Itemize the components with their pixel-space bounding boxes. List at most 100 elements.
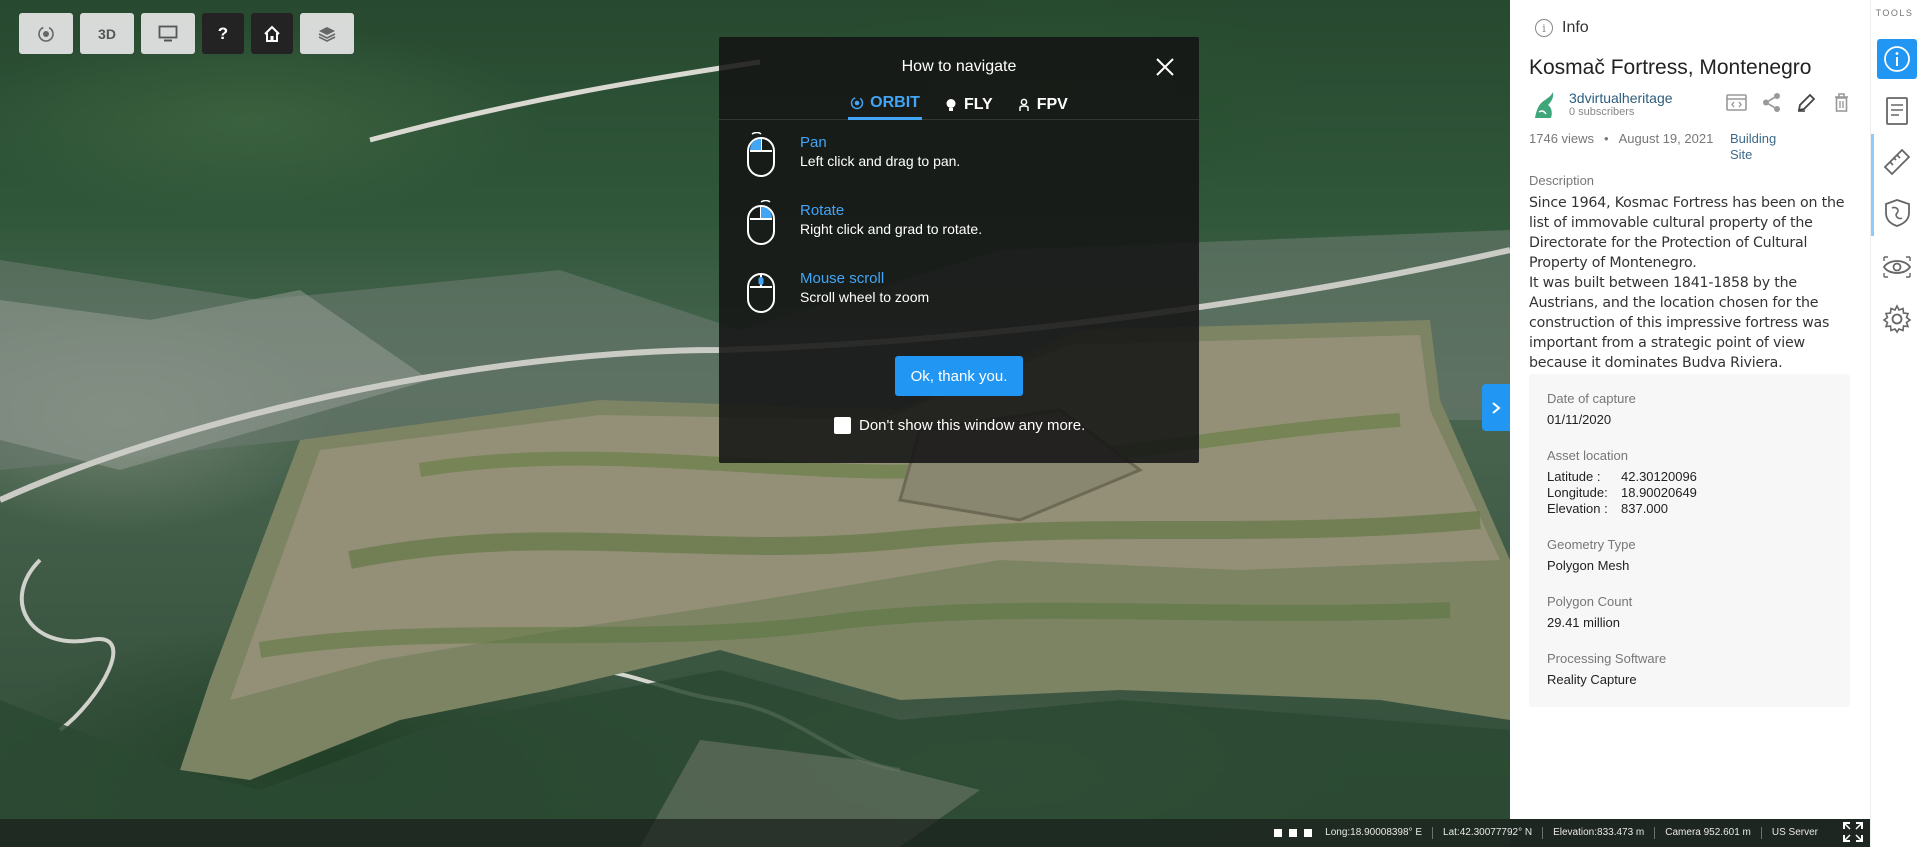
- description-paragraph: Since 1964, Kosmac Fortress has been on …: [1529, 195, 1845, 271]
- asset-location-prop: Asset location Latitude : 42.30120096 Lon…: [1547, 448, 1697, 517]
- tab-fly[interactable]: FLY: [942, 89, 995, 120]
- pan-instruction: Pan Left click and drag to pan.: [746, 132, 960, 178]
- avatar[interactable]: [1529, 90, 1559, 120]
- close-icon[interactable]: [1155, 57, 1175, 77]
- fullscreen-icon[interactable]: [1842, 821, 1864, 843]
- dialog-title: How to navigate: [901, 58, 1017, 75]
- info-panel: i Info Kosmač Fortress, Montenegro 3dvir…: [1510, 0, 1870, 819]
- layers-icon: [318, 26, 336, 42]
- tools-rail: TOOLS: [1870, 0, 1918, 847]
- view-square-1-icon[interactable]: [1274, 829, 1283, 837]
- navigation-help-dialog: How to navigate ORBIT FLY FPV Pan Left c…: [719, 37, 1199, 463]
- longitude-readout: Long:18.90008398° E: [1325, 827, 1423, 838]
- tool-settings-button[interactable]: [1877, 299, 1917, 339]
- tool-measure-button[interactable]: [1877, 142, 1917, 182]
- view-square-3-icon[interactable]: [1304, 829, 1313, 837]
- info-icon: i: [1535, 19, 1553, 37]
- rotate-instruction: Rotate Right click and grad to rotate.: [746, 200, 982, 246]
- capture-date-label: Date of capture: [1547, 391, 1636, 406]
- rotate-description: Right click and grad to rotate.: [800, 221, 983, 237]
- asset-properties: Date of capture 01/11/2020 Asset locatio…: [1529, 374, 1850, 707]
- layers-button[interactable]: [300, 13, 354, 54]
- view-square-2-icon[interactable]: [1289, 829, 1298, 837]
- elevation-readout: Elevation:833.473 m: [1542, 827, 1654, 839]
- asset-location-label: Asset location: [1547, 448, 1628, 463]
- geometry-type-label: Geometry Type: [1547, 537, 1636, 552]
- longitude-key: Longitude:: [1547, 485, 1608, 500]
- author-name[interactable]: 3dvirtualheritage: [1569, 90, 1673, 106]
- asset-actions: [1725, 91, 1853, 114]
- polygon-count-prop: Polygon Count 29.41 million: [1547, 594, 1632, 630]
- longitude-value: 18.90020649: [1621, 485, 1697, 500]
- views-count: 1746 views: [1529, 131, 1595, 146]
- dont-show-label: Don't show this window any more.: [859, 417, 1086, 434]
- share-icon[interactable]: [1760, 91, 1783, 114]
- viewer-toolbar: 3D ?: [19, 13, 354, 54]
- author-subscribers: 0 subscribers: [1569, 106, 1635, 118]
- category-link[interactable]: Building Site: [1730, 131, 1800, 163]
- tab-fpv-label: FPV: [1036, 95, 1068, 113]
- server-readout: US Server: [1760, 827, 1828, 839]
- asset-title: Kosmač Fortress, Montenegro: [1529, 56, 1812, 79]
- geometry-type-value: Polygon Mesh: [1547, 558, 1630, 573]
- help-button[interactable]: ?: [202, 13, 244, 54]
- tab-fpv[interactable]: FPV: [1015, 89, 1070, 120]
- tool-info-button[interactable]: [1877, 39, 1917, 79]
- panel-header: i Info: [1535, 19, 1589, 37]
- chevron-right-icon: [1492, 401, 1501, 414]
- orbit-icon: [38, 25, 54, 42]
- presentation-button[interactable]: [141, 13, 195, 54]
- mouse-left-click-icon: [747, 132, 775, 177]
- publish-date: August 19, 2021: [1618, 131, 1714, 146]
- ok-thank-you-button[interactable]: Ok, thank you.: [895, 356, 1023, 396]
- asset-meta: 1746 views • August 19, 2021: [1529, 131, 1713, 146]
- geometry-type-prop: Geometry Type Polygon Mesh: [1547, 537, 1636, 573]
- capture-date-value: 01/11/2020: [1547, 412, 1612, 427]
- embed-icon[interactable]: [1725, 91, 1748, 114]
- home-button[interactable]: [251, 13, 293, 54]
- pan-description: Left click and drag to pan.: [800, 153, 961, 169]
- capture-date-prop: Date of capture 01/11/2020: [1547, 391, 1636, 427]
- help-icon: ?: [217, 23, 229, 43]
- home-icon: [264, 25, 280, 42]
- orbit-icon: [850, 96, 864, 110]
- delete-icon[interactable]: [1830, 91, 1853, 114]
- dont-show-again-option[interactable]: Don't show this window any more.: [834, 417, 1085, 434]
- rail-active-marker: [1871, 134, 1874, 236]
- ruler-icon: [1883, 148, 1911, 176]
- tab-fly-label: FLY: [963, 95, 993, 113]
- gear-icon: [1882, 304, 1912, 334]
- description-text: Since 1964, Kosmac Fortress has been on …: [1529, 193, 1859, 373]
- tab-orbit-label: ORBIT: [870, 94, 920, 111]
- tab-orbit[interactable]: ORBIT: [848, 89, 922, 120]
- scroll-description: Scroll wheel to zoom: [800, 289, 930, 305]
- location-values: Latitude : 42.30120096 Longitude: 18.90020…: [1547, 469, 1697, 517]
- latitude-value: 42.30120096: [1621, 469, 1697, 484]
- rotate-title: Rotate: [800, 202, 845, 219]
- edit-icon[interactable]: [1795, 91, 1818, 114]
- orbit-mode-button[interactable]: [19, 13, 73, 54]
- tool-notes-button[interactable]: [1877, 91, 1917, 131]
- description-paragraph: It was built between 1841-1858 by the Au…: [1529, 275, 1830, 371]
- scroll-instruction: Mouse scroll Scroll wheel to zoom: [746, 268, 929, 314]
- view-3d-button[interactable]: 3D: [80, 13, 134, 54]
- eye-icon: [1882, 256, 1912, 278]
- elevation-value: 837.000: [1621, 501, 1668, 516]
- camera-readout: Camera 952.601 m: [1654, 827, 1761, 839]
- tool-visibility-button[interactable]: [1877, 247, 1917, 287]
- view-3d-label: 3D: [98, 25, 116, 42]
- dont-show-checkbox[interactable]: [834, 417, 851, 434]
- meta-separator: •: [1604, 131, 1609, 146]
- navigation-mode-tabs: ORBIT FLY FPV: [719, 89, 1199, 120]
- latitude-key: Latitude :: [1547, 469, 1601, 484]
- tool-annotations-button[interactable]: [1877, 193, 1917, 233]
- pan-title: Pan: [800, 134, 827, 151]
- person-icon: [1018, 98, 1029, 111]
- author-row: 3dvirtualheritage 0 subscribers: [1529, 88, 1853, 122]
- bulb-icon: [946, 98, 956, 111]
- collapse-panel-button[interactable]: [1482, 384, 1510, 431]
- panel-header-label: Info: [1562, 19, 1589, 36]
- info-icon: [1884, 46, 1910, 72]
- latitude-readout: Lat:42.30077792° N: [1432, 827, 1542, 839]
- mouse-right-click-icon: [747, 200, 775, 245]
